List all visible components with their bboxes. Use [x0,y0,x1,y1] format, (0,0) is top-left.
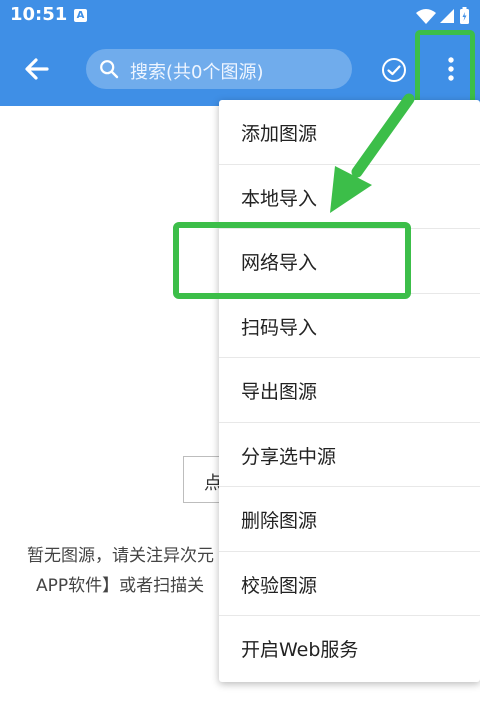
menu-item-verify-source[interactable]: 校验图源 [219,552,480,616]
menu-item-label: 导出图源 [241,381,318,403]
menu-item-export-source[interactable]: 导出图源 [219,358,480,423]
search-placeholder: 搜索(共0个图源) [130,62,264,83]
menu-item-label: 本地导入 [241,187,318,210]
menu-item-scan-import[interactable]: 扫码导入 [219,294,480,358]
status-time: 10:51 [10,4,68,25]
empty-state-text-line1: 暂无图源，请关注异次元 [27,546,214,566]
menu-item-web-service[interactable]: 开启Web服务 [219,616,480,681]
search-input[interactable]: 搜索(共0个图源) [86,49,352,89]
menu-item-label: 添加图源 [241,123,318,145]
menu-item-local-import[interactable]: 本地导入 [219,165,480,229]
menu-item-delete-source[interactable]: 删除图源 [219,487,480,552]
menu-item-share-selected[interactable]: 分享选中源 [219,423,480,487]
menu-item-label: 校验图源 [241,574,318,597]
wifi-battery-icon [416,7,469,24]
menu-item-label: 分享选中源 [241,445,337,468]
select-all-check-icon[interactable] [381,57,407,83]
status-bar: 10:51 A [0,0,480,32]
menu-item-label: 删除图源 [241,510,318,532]
menu-item-label: 开启Web服务 [241,639,359,661]
menu-item-add-source[interactable]: 添加图源 [219,100,480,165]
empty-state-text-line2: APP软件】或者扫描关 [36,576,205,596]
toolbar: 搜索(共0个图源) [0,32,480,106]
status-icons [414,7,470,29]
network-import-highlight-box [173,222,411,299]
overflow-menu: 添加图源 本地导入 网络导入 扫码导入 导出图源 分享选中源 删除图源 校验图源… [219,100,480,682]
back-arrow-icon[interactable] [22,54,52,84]
notification-icon: A [74,9,87,22]
menu-item-label: 扫码导入 [241,316,318,339]
search-icon [100,60,119,79]
